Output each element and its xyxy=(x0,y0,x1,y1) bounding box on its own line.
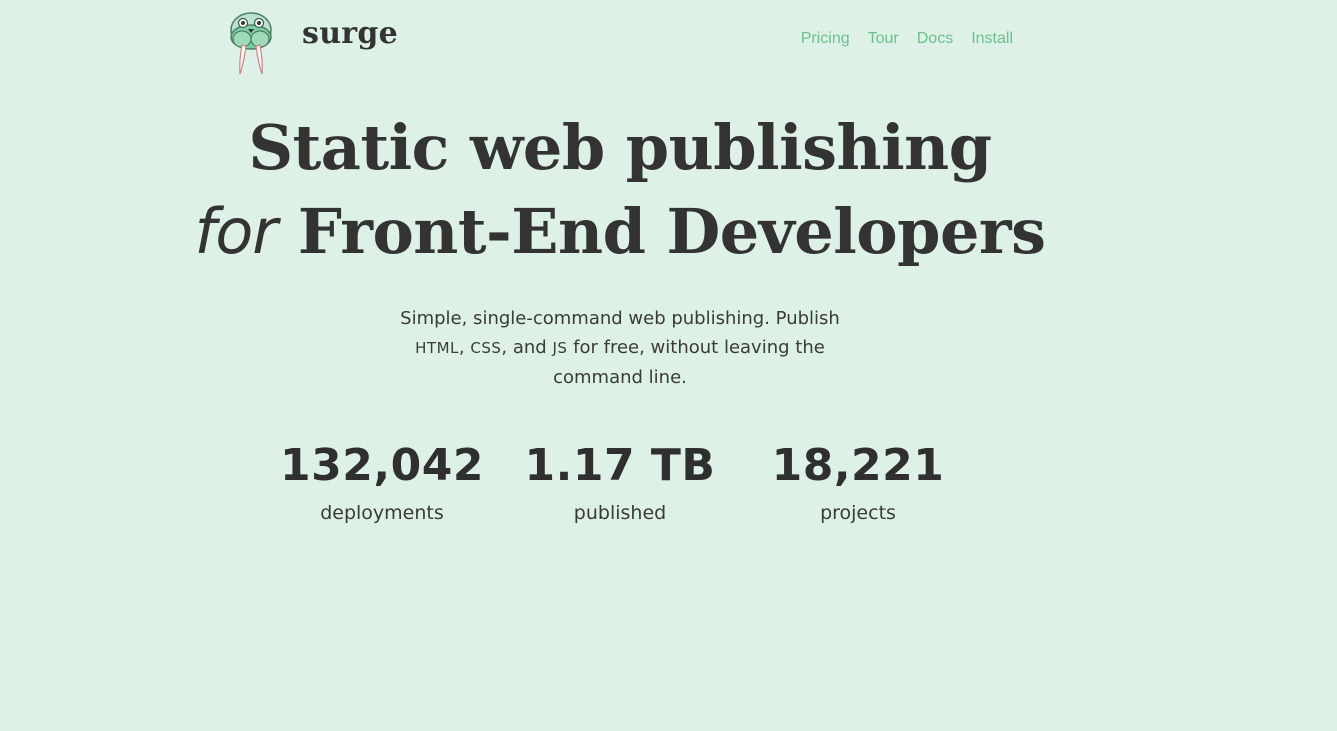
stats-row: 132,042 deployments 1.17 TB published 18… xyxy=(0,440,1240,540)
subtitle-part-2: for free, without leaving the command li… xyxy=(553,337,825,388)
stat-value: 132,042 xyxy=(280,440,484,491)
brand-name[interactable]: surge xyxy=(302,16,398,51)
hero: Static web publishing for Front-End Deve… xyxy=(0,106,1240,274)
stat-value: 18,221 xyxy=(771,440,945,491)
subtitle-css: CSS xyxy=(470,339,502,357)
subtitle-and: , and xyxy=(501,337,547,358)
hero-line-1: Static web publishing xyxy=(248,111,992,184)
hero-italic-for: for xyxy=(194,195,278,268)
stat-label: deployments xyxy=(320,502,444,524)
nav-install-link[interactable]: Install xyxy=(971,30,1013,48)
nav-pricing-link[interactable]: Pricing xyxy=(801,30,850,48)
hero-subtitle: Simple, single-command web publishing. P… xyxy=(400,304,840,392)
stat-projects: 18,221 projects xyxy=(738,440,978,526)
subtitle-part-1: Simple, single-command web publishing. P… xyxy=(400,308,840,329)
stat-published: 1.17 TB published xyxy=(500,440,740,526)
walrus-mascot-icon xyxy=(230,12,272,75)
subtitle-html: HTML xyxy=(415,339,459,357)
stat-label: published xyxy=(573,502,667,524)
nav-tour-link[interactable]: Tour xyxy=(868,30,899,48)
stat-value: 1.17 TB xyxy=(524,440,716,491)
stat-label: projects xyxy=(820,502,896,524)
hero-heading: Static web publishing for Front-End Deve… xyxy=(0,106,1240,274)
hero-line-2: Front-End Developers xyxy=(297,195,1046,268)
stat-deployments: 132,042 deployments xyxy=(262,440,502,526)
subtitle-js: JS xyxy=(552,339,568,357)
subtitle-comma: , xyxy=(458,337,465,358)
logo-link[interactable] xyxy=(228,10,274,76)
top-nav: Pricing Tour Docs Install xyxy=(801,30,1013,48)
page: surge Pricing Tour Docs Install Static w… xyxy=(0,0,1337,731)
nav-docs-link[interactable]: Docs xyxy=(917,30,953,48)
